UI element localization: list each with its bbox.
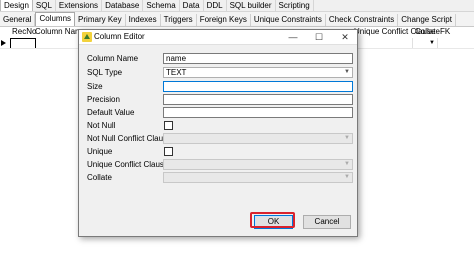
dialog-titlebar[interactable]: Column Editor — ☐ ✕ <box>79 30 357 45</box>
main-tab-bar: Design SQL Extensions Database Schema Da… <box>0 0 474 12</box>
tab-data[interactable]: Data <box>180 0 204 11</box>
collate-select[interactable]: ▼ <box>163 172 353 183</box>
tab-general[interactable]: General <box>0 14 36 26</box>
tab-ddl[interactable]: DDL <box>204 0 227 11</box>
tab-sql-builder[interactable]: SQL builder <box>227 0 276 11</box>
unique-checkbox[interactable] <box>164 147 173 156</box>
label-column-name: Column Name <box>87 54 139 63</box>
chevron-down-icon: ▼ <box>344 161 350 167</box>
tab-scripting[interactable]: Scripting <box>276 0 314 11</box>
tab-foreign-keys[interactable]: Foreign Keys <box>197 14 251 26</box>
unique-conflict-select[interactable]: ▼ <box>163 159 353 170</box>
tab-schema[interactable]: Schema <box>143 0 180 11</box>
sql-type-value: TEXT <box>166 68 187 77</box>
minimize-icon[interactable]: — <box>283 30 303 44</box>
precision-input[interactable] <box>163 94 353 105</box>
close-icon[interactable]: ✕ <box>335 30 355 44</box>
grid-header-collate[interactable]: Collate <box>415 27 440 37</box>
label-size: Size <box>87 82 103 91</box>
cancel-button[interactable]: Cancel <box>303 215 351 229</box>
tab-check-constraints[interactable]: Check Constraints <box>326 14 399 26</box>
label-precision: Precision <box>87 95 120 104</box>
column-name-input[interactable]: name <box>163 53 353 64</box>
tab-design[interactable]: Design <box>0 0 33 11</box>
column-editor-dialog: Column Editor — ☐ ✕ Column Name name SQL… <box>78 29 358 237</box>
tab-change-script[interactable]: Change Script <box>398 14 456 26</box>
tab-indexes[interactable]: Indexes <box>126 14 161 26</box>
dialog-title: Column Editor <box>94 32 145 41</box>
row-indicator-icon <box>1 40 6 46</box>
size-input[interactable] <box>163 81 353 92</box>
maximize-icon[interactable]: ☐ <box>309 30 329 44</box>
tab-unique-constraints[interactable]: Unique Constraints <box>251 14 326 26</box>
chevron-down-icon: ▼ <box>344 69 350 75</box>
chevron-down-icon: ▼ <box>344 174 350 180</box>
default-value-input[interactable] <box>163 107 353 118</box>
design-sub-tab-bar: General Columns Primary Key Indexes Trig… <box>0 12 474 27</box>
chevron-down-icon: ▼ <box>344 135 350 141</box>
ok-button-highlight <box>250 212 295 228</box>
grid-cell-collate[interactable]: ▼ <box>412 38 438 48</box>
label-not-null-conflict: Not Null Conflict Clause <box>87 134 172 143</box>
not-null-conflict-select[interactable]: ▼ <box>163 133 353 144</box>
label-sql-type: SQL Type <box>87 68 123 77</box>
tab-triggers[interactable]: Triggers <box>161 14 197 26</box>
chevron-down-icon: ▼ <box>429 40 435 46</box>
label-default-value: Default Value <box>87 108 135 117</box>
grid-header-fk[interactable]: FK <box>440 27 450 37</box>
label-unique-conflict: Unique Conflict Clause <box>87 160 169 169</box>
grid-cell-fk[interactable] <box>437 38 452 48</box>
grid-header-recno[interactable]: RecNo <box>12 27 36 37</box>
sql-type-select[interactable]: TEXT ▼ <box>163 67 353 78</box>
label-unique: Unique <box>87 147 113 156</box>
tab-primary-key[interactable]: Primary Key <box>75 14 126 26</box>
label-not-null: Not Null <box>87 121 116 130</box>
tab-sql[interactable]: SQL <box>33 0 56 11</box>
tab-database[interactable]: Database <box>102 0 144 11</box>
label-collate: Collate <box>87 173 112 182</box>
not-null-checkbox[interactable] <box>164 121 173 130</box>
tab-columns[interactable]: Columns <box>35 12 76 26</box>
app-icon <box>82 32 92 42</box>
tab-extensions[interactable]: Extensions <box>56 0 103 11</box>
